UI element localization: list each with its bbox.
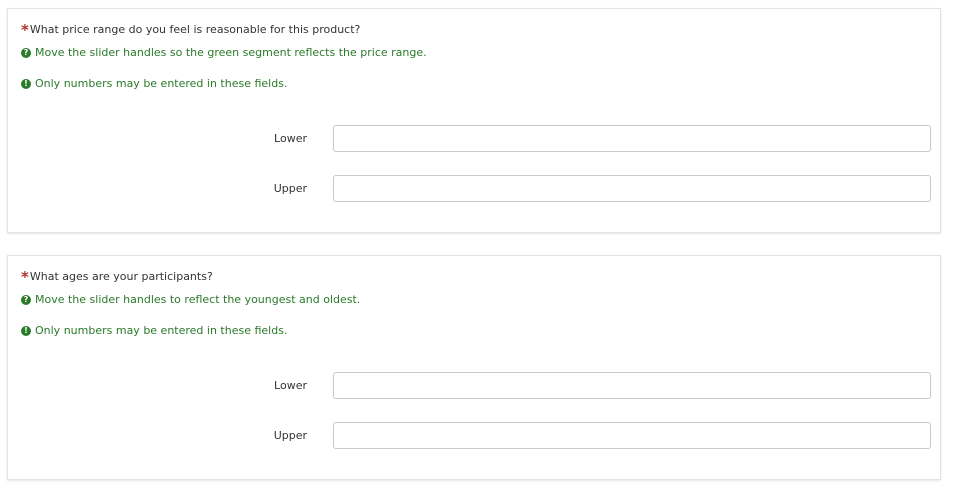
upper-row: Upper bbox=[8, 175, 940, 202]
slider-tip: ? Move the slider handles to reflect the… bbox=[21, 293, 360, 306]
numbers-only-warning: ! Only numbers may be entered in these f… bbox=[21, 324, 287, 337]
numbers-only-text: Only numbers may be entered in these fie… bbox=[35, 77, 288, 90]
slider-tip-text: Move the slider handles so the green seg… bbox=[35, 46, 427, 59]
exclamation-circle-icon: ! bbox=[21, 78, 31, 89]
question-price-range: *What price range do you feel is reasona… bbox=[7, 8, 941, 233]
question-title: *What ages are your participants? bbox=[21, 268, 213, 286]
question-circle-icon: ? bbox=[21, 294, 31, 305]
numbers-only-text: Only numbers may be entered in these fie… bbox=[35, 324, 288, 337]
question-title: *What price range do you feel is reasona… bbox=[21, 21, 360, 39]
upper-label: Upper bbox=[273, 429, 307, 442]
question-participant-ages: *What ages are your participants? ? Move… bbox=[7, 255, 941, 480]
slider-tip: ? Move the slider handles so the green s… bbox=[21, 46, 427, 59]
numbers-only-warning: ! Only numbers may be entered in these f… bbox=[21, 77, 287, 90]
question-text: What price range do you feel is reasonab… bbox=[29, 23, 361, 36]
lower-label: Lower bbox=[274, 132, 307, 145]
question-text: What ages are your participants? bbox=[29, 270, 213, 283]
age-lower-input[interactable] bbox=[333, 372, 931, 399]
price-lower-input[interactable] bbox=[333, 125, 931, 152]
upper-row: Upper bbox=[8, 422, 940, 449]
mandatory-asterisk: * bbox=[21, 21, 29, 39]
mandatory-asterisk: * bbox=[21, 268, 29, 286]
slider-tip-text: Move the slider handles to reflect the y… bbox=[35, 293, 361, 306]
price-upper-input[interactable] bbox=[333, 175, 931, 202]
lower-row: Lower bbox=[8, 125, 940, 152]
upper-label: Upper bbox=[273, 182, 307, 195]
exclamation-circle-icon: ! bbox=[21, 325, 31, 336]
lower-row: Lower bbox=[8, 372, 940, 399]
question-circle-icon: ? bbox=[21, 47, 31, 58]
lower-label: Lower bbox=[274, 379, 307, 392]
age-upper-input[interactable] bbox=[333, 422, 931, 449]
